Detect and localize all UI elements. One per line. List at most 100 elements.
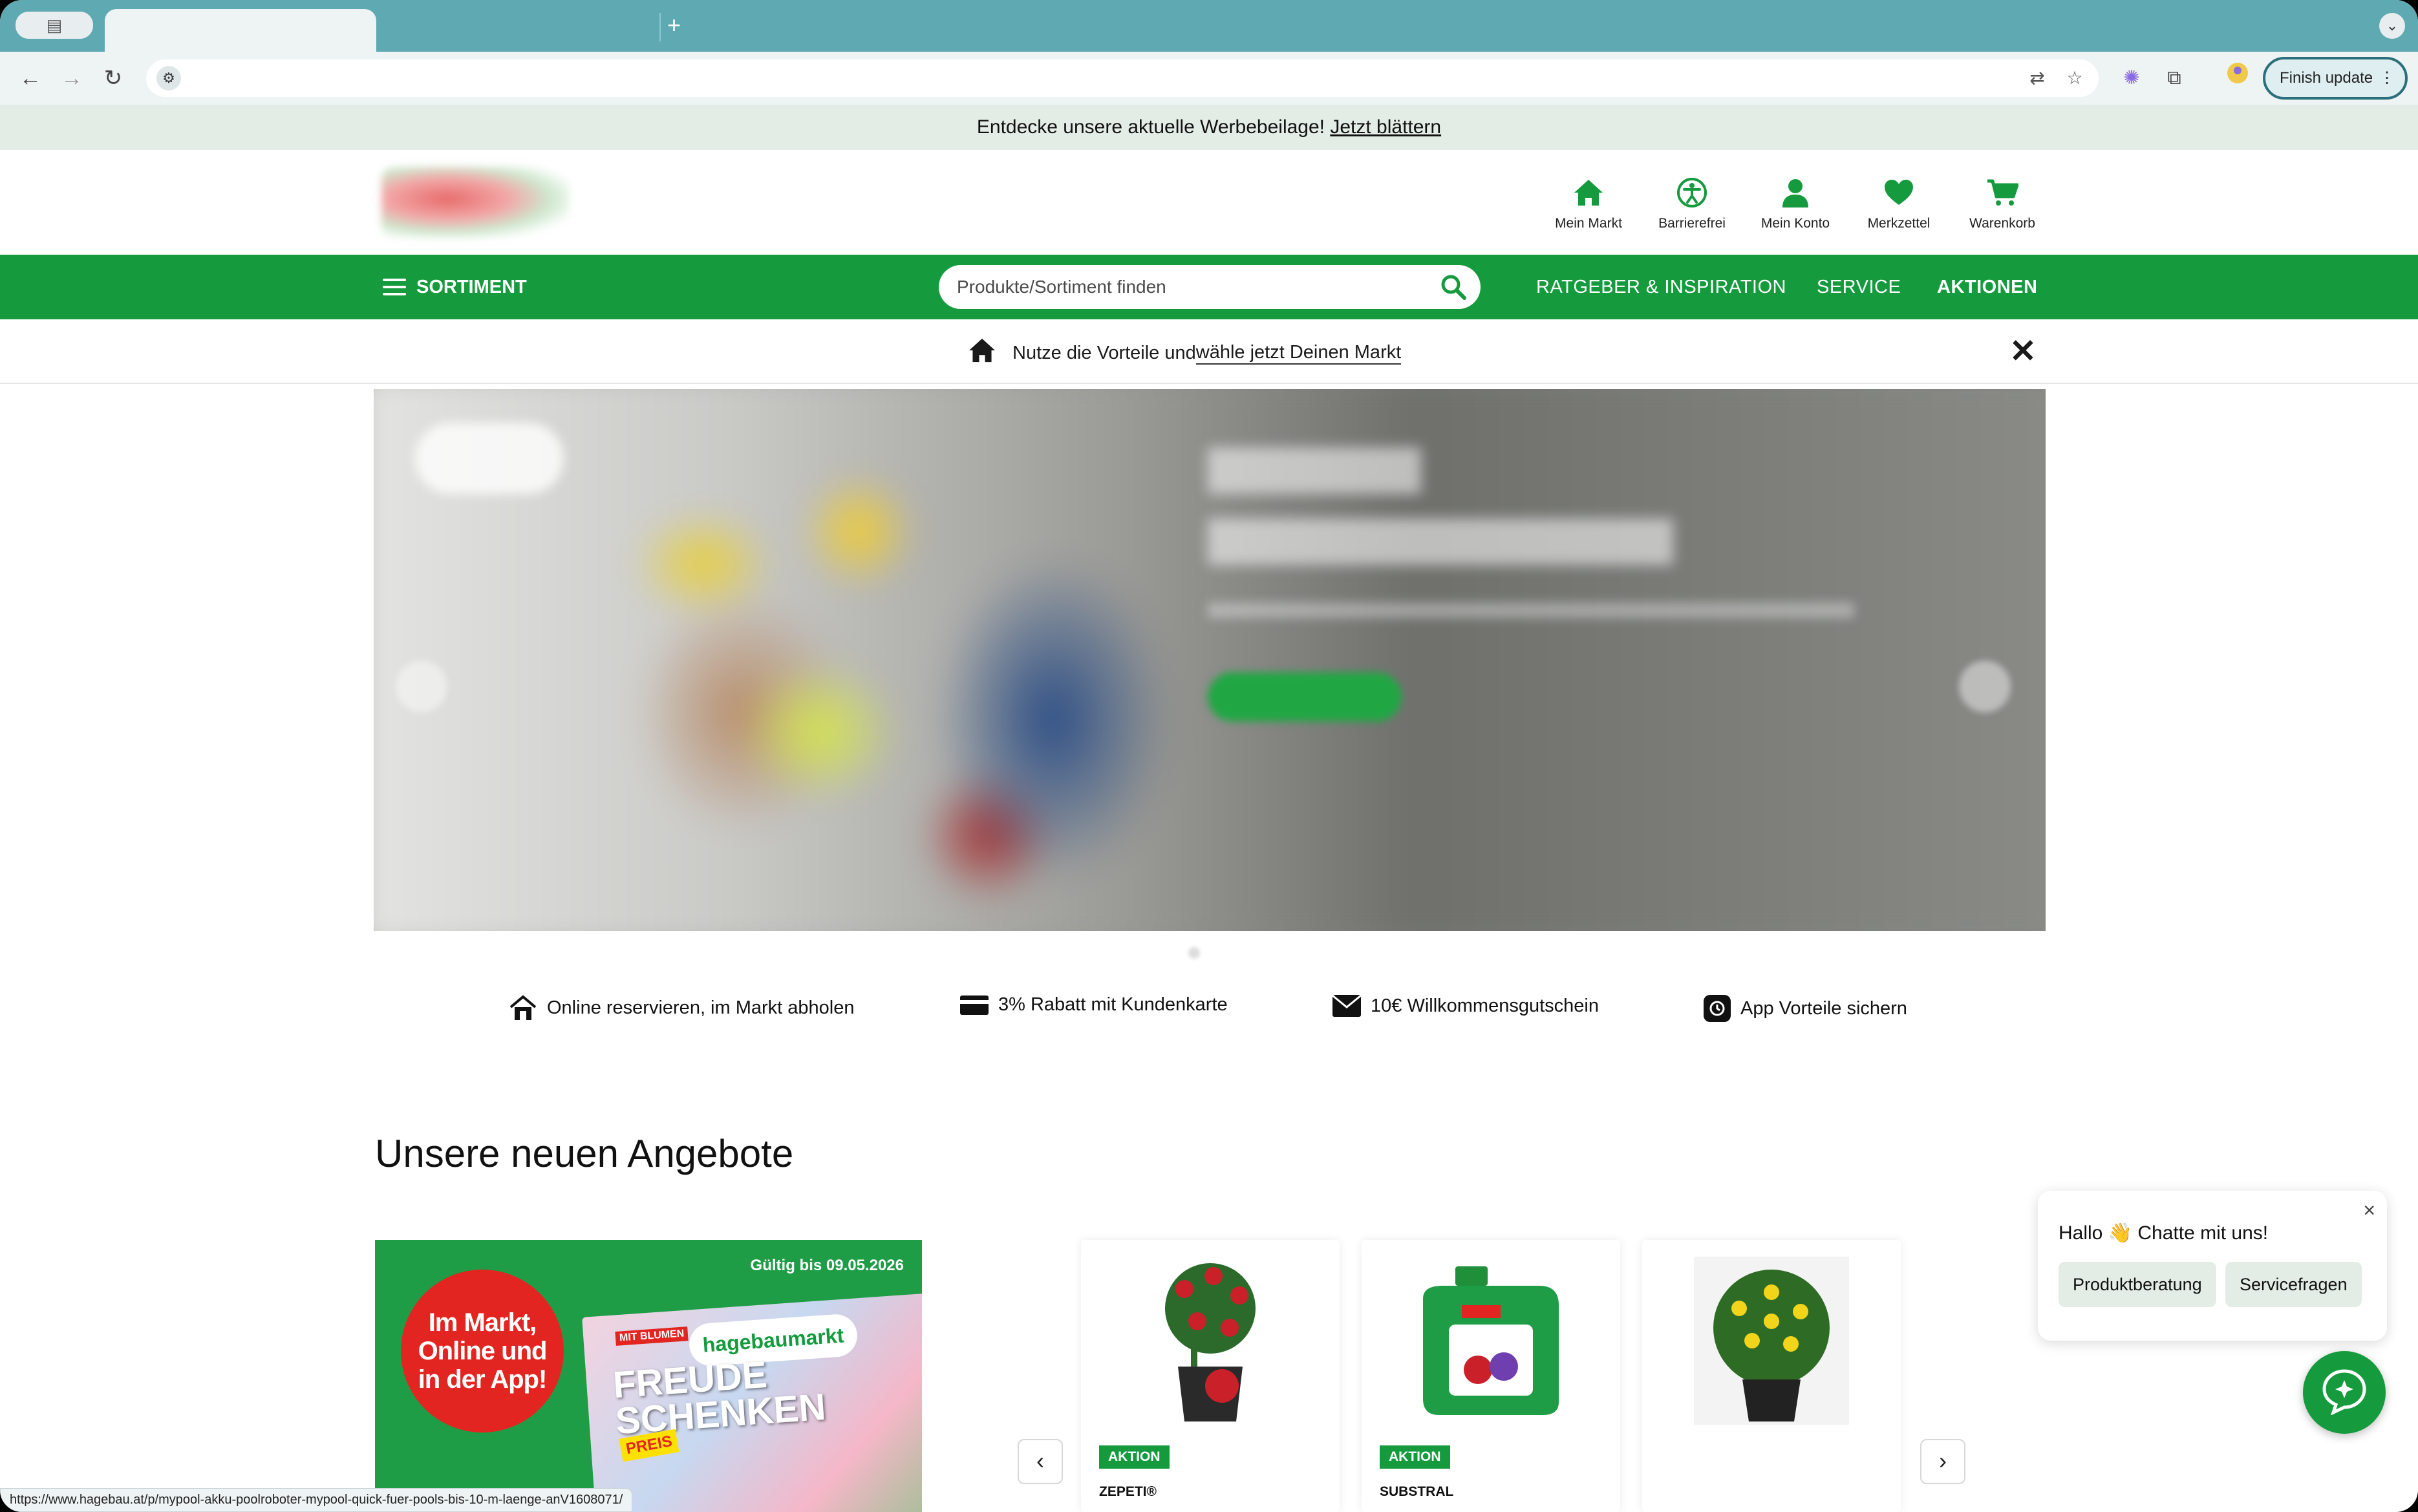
more-menu-icon[interactable]: ⋮ — [2379, 59, 2395, 97]
browser-window: ▤ + ⌄ ← → ↻ ⚙ ⇄ ☆ ✺ ⧉ Finish update ⋮ En… — [0, 0, 2418, 1512]
flyer-headline: FREUDE SCHENKEN — [612, 1353, 827, 1442]
chat-popup: Hallo 👋 Chatte mit uns! × Produktberatun… — [2038, 1191, 2387, 1341]
hamburger-icon — [383, 279, 406, 295]
promo-text: Entdecke unsere aktuelle Werbebeilage! — [976, 116, 1325, 138]
forward-arrow-icon[interactable]: → — [56, 62, 88, 94]
header-icon-label: Warenkorb — [1969, 216, 2035, 231]
chat-chip-produktberatung[interactable]: Produktberatung — [2059, 1262, 2216, 1307]
product-image — [1113, 1257, 1307, 1425]
hero-logo-badge — [415, 423, 564, 494]
inactive-tab[interactable] — [383, 13, 661, 41]
header-icon-label: Mein Markt — [1555, 216, 1622, 231]
finish-update-label: Finish update — [2280, 69, 2373, 87]
user-icon — [1753, 175, 1837, 211]
sortiment-menu-button[interactable]: SORTIMENT — [383, 255, 527, 319]
tab-search-button[interactable]: ▤ — [16, 12, 93, 39]
header-icon-label: Mein Konto — [1760, 216, 1830, 231]
header-merkzettel[interactable]: Merkzettel — [1857, 175, 1941, 231]
market-bar-text: Nutze die Vorteile und — [1012, 342, 1196, 363]
close-icon[interactable]: ✕ — [2007, 335, 2039, 367]
app-icon — [1703, 994, 1731, 1023]
benefit-discount[interactable]: 3% Rabatt mit Kundenkarte — [959, 994, 1228, 1016]
finish-update-button[interactable]: Finish update ⋮ — [2263, 57, 2408, 100]
flyer-circle-line: Im Markt, — [428, 1308, 537, 1337]
benefit-text: App Vorteile sichern — [1740, 997, 1907, 1019]
benefit-text: 10€ Willkommensgutschein — [1371, 995, 1599, 1016]
cart-icon — [1960, 175, 2044, 211]
benefit-text: Online reservieren, im Markt abholen — [547, 997, 855, 1018]
product-card[interactable] — [1642, 1240, 1901, 1512]
bookmark-star-icon[interactable]: ☆ — [2061, 65, 2088, 92]
back-arrow-icon[interactable]: ← — [14, 62, 47, 94]
chat-launcher-button[interactable] — [2303, 1351, 2386, 1434]
hero-cta-button[interactable] — [1208, 672, 1402, 721]
header-icon-label: Merkzettel — [1867, 216, 1931, 231]
chat-sparkle-icon — [2320, 1367, 2368, 1418]
heart-icon — [1857, 175, 1941, 211]
flyer-circle-line: Online und — [418, 1337, 548, 1365]
market-select-link[interactable]: wähle jetzt Deinen Markt — [1195, 342, 1402, 365]
hero-headline — [1208, 518, 1673, 565]
header-mein-konto[interactable]: Mein Konto — [1753, 175, 1837, 231]
flyer-teaser[interactable]: Gültig bis 09.05.2026 Im Markt, Online u… — [375, 1240, 922, 1512]
benefit-text: 3% Rabatt mit Kundenkarte — [998, 994, 1228, 1015]
nav-service-link[interactable]: SERVICE — [1817, 255, 1901, 319]
promo-bar: Entdecke unsere aktuelle Werbebeilage! J… — [0, 105, 2418, 150]
aktion-badge: AKTION — [1099, 1445, 1170, 1469]
product-brand: ZEPETI® — [1099, 1484, 1157, 1499]
active-tab[interactable] — [105, 9, 376, 52]
market-select-bar: Nutze die Vorteile und wähle jetzt Deine… — [0, 319, 2418, 384]
home-icon — [1546, 175, 1631, 211]
flyer-circle-line: in der App! — [418, 1365, 548, 1394]
benefit-voucher[interactable]: 10€ Willkommensgutschein — [1332, 994, 1599, 1017]
close-icon[interactable]: × — [2363, 1198, 2375, 1222]
benefit-pickup[interactable]: Online reservieren, im Markt abholen — [508, 994, 854, 1021]
link-status-bar: https://www.hagebau.at/p/mypool-akku-poo… — [0, 1488, 633, 1512]
carousel-dot[interactable] — [1188, 947, 1200, 959]
chat-chip-servicefragen[interactable]: Servicefragen — [2225, 1262, 2362, 1307]
product-card[interactable]: AKTION — [1362, 1240, 1620, 1512]
product-image — [1674, 1257, 1868, 1425]
profile-avatar-icon[interactable] — [2221, 62, 2254, 94]
product-brand: SUBSTRAL — [1380, 1484, 1454, 1499]
header-icon-label: Barrierefrei — [1658, 216, 1726, 231]
market-select-message[interactable]: Nutze die Vorteile und wähle jetzt Deine… — [967, 337, 1402, 368]
section-title: Unsere neuen Angebote — [375, 1132, 794, 1175]
hero-banner[interactable] — [374, 389, 2046, 931]
site-logo[interactable] — [381, 167, 569, 238]
aktion-badge: AKTION — [1380, 1445, 1450, 1469]
site-settings-icon[interactable]: ⚙ — [156, 66, 181, 91]
sortiment-label: SORTIMENT — [416, 276, 527, 297]
accessibility-icon — [1650, 175, 1734, 211]
flyer-red-circle: Im Markt, Online und in der App! — [401, 1270, 564, 1432]
hero-subline — [1208, 602, 1854, 618]
translate-icon[interactable]: ⇄ — [2024, 65, 2051, 92]
puzzle-extensions-icon[interactable]: ⧉ — [2158, 62, 2190, 94]
pickup-icon — [508, 994, 538, 1021]
nav-ratgeber-link[interactable]: RATGEBER & INSPIRATION — [1536, 255, 1786, 319]
carousel-next-icon[interactable] — [1959, 661, 2011, 712]
hero-headline — [1208, 447, 1421, 494]
promo-link[interactable]: Jetzt blättern — [1330, 116, 1441, 138]
nav-aktionen-link[interactable]: AKTIONEN — [1937, 255, 2037, 319]
offers-prev-button[interactable]: ‹ — [1018, 1439, 1063, 1484]
new-tab-button[interactable]: + — [667, 9, 681, 41]
extension-icon[interactable]: ✺ — [2115, 62, 2148, 94]
chat-greeting: Hallo 👋 Chatte mit uns! — [2059, 1222, 2269, 1244]
search-icon[interactable] — [1440, 274, 1466, 304]
tab-list-chevron-icon[interactable]: ⌄ — [2379, 13, 2405, 39]
offers-next-button[interactable]: › — [1920, 1439, 1965, 1484]
header-barrierefrei[interactable]: Barrierefrei — [1650, 175, 1734, 231]
carousel-prev-icon[interactable] — [396, 661, 447, 712]
voucher-icon — [1332, 994, 1362, 1017]
header-mein-markt[interactable]: Mein Markt — [1546, 175, 1631, 231]
product-card[interactable]: AKTION — [1081, 1240, 1340, 1512]
header-warenkorb[interactable]: Warenkorb — [1960, 175, 2044, 231]
card-icon — [959, 995, 989, 1016]
search-box — [939, 265, 1481, 309]
benefit-app[interactable]: App Vorteile sichern — [1703, 994, 1907, 1023]
address-bar[interactable]: ⚙ ⇄ ☆ — [146, 59, 2099, 97]
search-input[interactable] — [957, 277, 1435, 297]
reload-icon[interactable]: ↻ — [97, 62, 129, 94]
home-icon — [967, 337, 997, 368]
